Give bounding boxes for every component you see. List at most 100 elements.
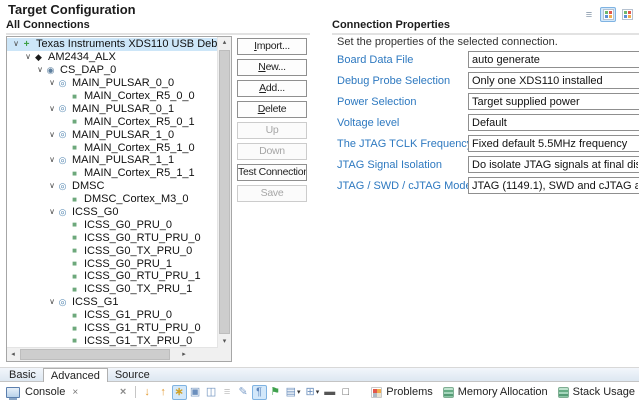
dap-icon [45, 65, 56, 76]
field-input[interactable] [468, 114, 639, 131]
vertical-scrollbar[interactable]: ▴ ▾ [217, 37, 231, 348]
tab-basic[interactable]: Basic [2, 368, 43, 381]
node-label: ICSS_G0_RTU_PRU_1 [84, 270, 201, 283]
show-console-on-change-icon[interactable]: ∗ [171, 384, 187, 400]
view-stack-usage[interactable]: Stack Usage [557, 386, 635, 398]
close-icon[interactable]: × [72, 387, 78, 398]
tab-advanced[interactable]: Advanced [42, 368, 108, 382]
tab-source[interactable]: Source [108, 368, 157, 381]
expander-icon[interactable] [47, 297, 57, 307]
toolbar-separator[interactable] [134, 386, 136, 398]
import-button[interactable]: Import... [237, 38, 307, 55]
add-button[interactable]: Add... [237, 80, 307, 97]
tree-row-icss-g1[interactable]: ICSS_G1 [7, 296, 218, 309]
terminate-icon[interactable]: × [116, 385, 131, 400]
router-icon [57, 103, 68, 114]
icon-glyph: ▣ [189, 385, 201, 398]
word-wrap-icon[interactable]: ≡ [220, 385, 235, 400]
new-button[interactable]: New... [237, 59, 307, 76]
maximize-icon[interactable]: □ [338, 385, 353, 400]
tree-row-icss-g0-tx-pru-0[interactable]: ICSS_G0_TX_PRU_0 [7, 244, 218, 257]
scroll-down-icon[interactable]: ↓ [140, 385, 155, 400]
save-button[interactable]: Save [237, 185, 307, 202]
open-new-console-icon[interactable]: ⊞ [304, 385, 322, 400]
horizontal-scrollbar[interactable]: ◂ ▸ [7, 347, 218, 361]
tree-row-icss-g0-pru-1[interactable]: ICSS_G0_PRU_1 [7, 257, 218, 270]
field-input[interactable] [468, 72, 639, 89]
view-problems[interactable]: Problems [371, 386, 433, 398]
field-input[interactable] [468, 135, 639, 152]
tree-row-dmsc-cortex-m3-0[interactable]: DMSC_Cortex_M3_0 [7, 193, 218, 206]
scroll-left-arrow[interactable]: ◂ [7, 348, 19, 361]
scroll-right-arrow[interactable]: ▸ [178, 348, 190, 361]
expander-icon[interactable] [47, 104, 57, 114]
tree-row-main-pulsar-0-1[interactable]: MAIN_PULSAR_0_1 [7, 102, 218, 115]
clear-console-icon[interactable]: ✎ [236, 385, 251, 400]
tree-row-main-cortex-r5-1-0[interactable]: MAIN_Cortex_R5_1_0 [7, 141, 218, 154]
field-input[interactable] [468, 156, 639, 173]
tree-row-icss-g1-rtu-pru-0[interactable]: ICSS_G1_RTU_PRU_0 [7, 322, 218, 335]
node-label: MAIN_Cortex_R5_1_0 [84, 141, 195, 154]
expander-icon[interactable] [47, 78, 57, 88]
scroll-up-arrow[interactable]: ▴ [218, 37, 231, 49]
display-selected-console-icon[interactable]: ▤ [284, 385, 303, 400]
target-configuration-editor: Target Configuration All Connections Con… [0, 0, 639, 402]
cpu-icon [69, 194, 80, 205]
pin-console-icon[interactable]: ◫ [204, 385, 219, 400]
console-tab[interactable]: Console × [0, 382, 86, 402]
connection-properties-header: Connection Properties [332, 19, 639, 35]
expander-icon[interactable] [47, 130, 57, 140]
open-console-window-icon[interactable]: ▣ [188, 385, 203, 400]
up-button[interactable]: Up [237, 122, 307, 139]
scroll-down-arrow[interactable]: ▾ [218, 336, 231, 348]
console-icon [6, 386, 20, 400]
fast-views: Problems Memory Allocation Stack Usage [361, 386, 635, 398]
expander-icon[interactable] [47, 181, 57, 191]
field-input[interactable] [468, 51, 639, 68]
icon-glyph: × [119, 385, 127, 398]
node-label: ICSS_G1_TX_PRU_0 [84, 334, 193, 347]
scroll-up-icon[interactable]: ↑ [156, 385, 171, 400]
down-button[interactable]: Down [237, 143, 307, 160]
cpu-icon [69, 245, 80, 256]
tree-row-icss-g1-tx-pru-0[interactable]: ICSS_G1_TX_PRU_0 [7, 334, 218, 347]
tree-row-main-cortex-r5-0-0[interactable]: MAIN_Cortex_R5_0_0 [7, 90, 218, 103]
expander-icon[interactable] [35, 65, 45, 75]
expander-icon[interactable] [47, 155, 57, 165]
tree-row-main-pulsar-1-0[interactable]: MAIN_PULSAR_1_0 [7, 128, 218, 141]
tree-row-main-pulsar-1-1[interactable]: MAIN_PULSAR_1_1 [7, 154, 218, 167]
expander-icon[interactable] [23, 52, 33, 62]
tree-row-icss-g1-pru-0[interactable]: ICSS_G1_PRU_0 [7, 309, 218, 322]
expander-icon[interactable] [47, 207, 57, 217]
scroll-lock-icon[interactable]: ¶ [251, 384, 267, 400]
node-label: ICSS_G0 [72, 206, 119, 219]
tree-row-icss-g0-pru-0[interactable]: ICSS_G0_PRU_0 [7, 218, 218, 231]
tree-row-main-cortex-r5-1-1[interactable]: MAIN_Cortex_R5_1_1 [7, 167, 218, 180]
node-label: MAIN_Cortex_R5_0_1 [84, 115, 195, 128]
test-connection-button[interactable]: Test Connection [237, 164, 307, 181]
node-label: Texas Instruments XDS110 USB Debug Probe [36, 38, 218, 51]
tree-row-icss-g0[interactable]: ICSS_G0 [7, 206, 218, 219]
tree-row-am2434-alx[interactable]: AM2434_ALX [7, 51, 218, 64]
delete-button[interactable]: Delete [237, 101, 307, 118]
pin-icon[interactable]: ⚑ [268, 385, 283, 400]
vertical-scroll-thumb[interactable] [219, 50, 230, 334]
tree-row-main-pulsar-0-0[interactable]: MAIN_PULSAR_0_0 [7, 77, 218, 90]
tree-row-dmsc[interactable]: DMSC [7, 180, 218, 193]
field-input[interactable] [468, 93, 639, 110]
tree-row-icss-g0-rtu-pru-1[interactable]: ICSS_G0_RTU_PRU_1 [7, 270, 218, 283]
minimize-icon[interactable]: ▬ [322, 385, 337, 400]
tree-row-icss-g0-rtu-pru-0[interactable]: ICSS_G0_RTU_PRU_0 [7, 231, 218, 244]
node-label: MAIN_PULSAR_1_0 [72, 128, 175, 141]
node-label: ICSS_G1 [72, 296, 119, 309]
tree-row-main-cortex-r5-0-1[interactable]: MAIN_Cortex_R5_0_1 [7, 115, 218, 128]
cpu-icon [69, 219, 80, 230]
tree-row-cs-dap-0[interactable]: CS_DAP_0 [7, 64, 218, 77]
node-label: MAIN_PULSAR_1_1 [72, 154, 175, 167]
expander-icon[interactable] [11, 39, 21, 49]
horizontal-scroll-thumb[interactable] [20, 349, 170, 360]
field-input[interactable] [468, 177, 639, 194]
view-memory-allocation[interactable]: Memory Allocation [442, 386, 548, 398]
tree-row-xds110[interactable]: Texas Instruments XDS110 USB Debug Probe [7, 38, 218, 51]
tree-row-icss-g0-tx-pru-1[interactable]: ICSS_G0_TX_PRU_1 [7, 283, 218, 296]
